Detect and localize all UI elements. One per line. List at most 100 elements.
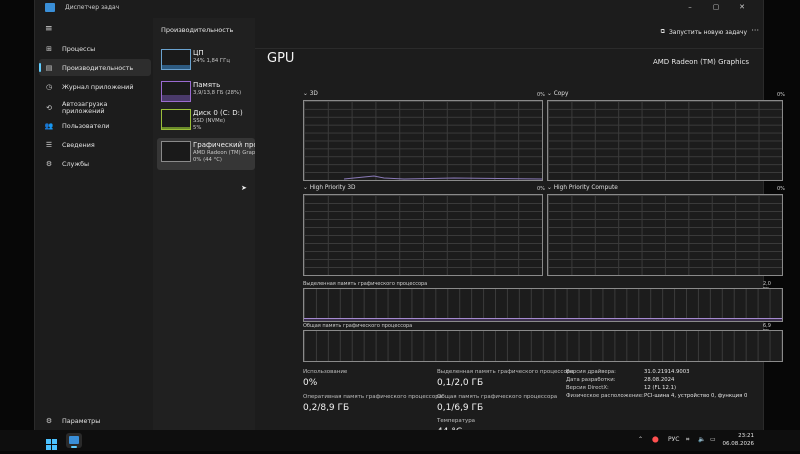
close-button[interactable]: ✕: [735, 3, 749, 11]
details-icon: ☰: [45, 140, 53, 149]
dedicated-memory-label: Выделенная память графического процессор…: [303, 281, 428, 287]
graph-3d-line: [343, 175, 542, 180]
header-bar: ⧉ Запустить новую задачу ···: [255, 18, 763, 49]
resource-name: Диск 0 (C: D:): [193, 109, 243, 117]
gpu-panel: ⧉ Запустить новую задачу ··· GPU AMD Rad…: [255, 18, 785, 437]
driver-version-value: 31.0.21914.9003: [644, 369, 690, 375]
clock-date: 06.08.2026: [722, 441, 755, 447]
sidebar-item-users[interactable]: 👥 Пользователи: [39, 117, 151, 134]
language-indicator[interactable]: РУС: [668, 436, 679, 443]
graph-label-high-priority-compute[interactable]: ⌄ High Priority Compute: [547, 185, 618, 191]
sidebar: ≡ ⊞ Процессы ▤ Производительность ◷ Журн…: [35, 18, 153, 430]
task-manager-icon: [69, 436, 79, 444]
graph-label-3d[interactable]: ⌄ 3D: [303, 91, 318, 97]
history-icon: ◷: [45, 82, 53, 91]
physical-location-value: PCI-шина 4, устройство 0, функция 0: [644, 393, 748, 399]
resource-name: Графический про: [193, 141, 255, 149]
mouse-cursor-icon: ➤: [241, 184, 247, 192]
graph-copy: [547, 100, 783, 181]
windows-start-icon[interactable]: [46, 435, 57, 454]
clock[interactable]: 23:21 06.08.2026: [723, 432, 755, 448]
security-icon[interactable]: ⬤: [652, 436, 659, 443]
graph-pct-high-priority-compute: 0%: [777, 186, 785, 192]
grid-icon: ⊞: [46, 44, 52, 53]
sidebar-item-label: Параметры: [62, 416, 101, 425]
task-manager-icon: [45, 3, 55, 12]
graph-pct-3d: 0%: [537, 92, 545, 98]
sidebar-item-processes[interactable]: ⊞ Процессы: [39, 40, 151, 57]
driver-date-key: Дата разработки:: [566, 377, 616, 383]
physical-location-key: Физическое расположение:: [566, 393, 644, 399]
performance-icon: ▤: [45, 63, 53, 72]
taskbar: ⌃ ⬤ РУС ⌗ 🔈 ▭ 23:21 06.08.2026: [0, 430, 800, 451]
resource-detail-2: 5%: [193, 125, 202, 131]
gpu-heading: GPU: [267, 51, 295, 66]
dedicated-memory-graph: [303, 288, 783, 322]
services-icon: ⚙: [45, 159, 53, 168]
startup-icon: ⟲: [46, 103, 52, 112]
sidebar-item-performance[interactable]: ▤ Производительность: [39, 59, 151, 76]
volume-icon[interactable]: 🔈: [698, 436, 705, 443]
resource-detail: 24% 1,84 ГГц: [193, 58, 231, 64]
sidebar-item-app-history[interactable]: ◷ Журнал приложений: [39, 78, 151, 95]
dedicated-memory-fill: [304, 318, 782, 321]
dedicated-memory-stat-label: Выделенная память графического процессор…: [437, 369, 574, 375]
resource-card-disk[interactable]: Диск 0 (C: D:) SSD (NVMe) 5%: [157, 106, 255, 138]
resource-name: ЦП: [193, 49, 204, 57]
shared-memory-label: Общая память графического процессора: [303, 323, 413, 329]
directx-version-value: 12 (FL 12.1): [644, 385, 677, 391]
disk-thumbnail: [161, 109, 191, 130]
temperature-label: Температура: [437, 418, 476, 424]
task-manager-window: Диспетчер задач – ▢ ✕ ≡ ⊞ Процессы ▤ Про…: [34, 0, 785, 437]
cpu-thumbnail: [161, 49, 191, 70]
resource-card-gpu[interactable]: Графический про AMD Radeon (TM) Grap 0% …: [157, 138, 255, 170]
graph-label-copy[interactable]: ⌄ Copy: [547, 91, 568, 97]
new-task-icon: ⧉: [660, 28, 665, 35]
menu-icon[interactable]: ≡: [45, 24, 53, 34]
resource-detail: AMD Radeon (TM) Grap: [193, 150, 255, 156]
clock-time: 23:21: [738, 433, 754, 439]
sidebar-item-label: Пользователи: [62, 121, 110, 130]
graph-pct-copy: 0%: [777, 92, 785, 98]
sidebar-item-services[interactable]: ⚙ Службы: [39, 155, 151, 172]
minimize-button[interactable]: –: [683, 3, 697, 11]
sidebar-item-details[interactable]: ☰ Сведения: [39, 136, 151, 153]
gpu-thumbnail: [161, 141, 191, 162]
run-new-task-label: Запустить новую задачу: [668, 28, 747, 36]
battery-icon[interactable]: ▭: [710, 436, 716, 443]
users-icon: 👥: [44, 121, 54, 130]
resource-name: Память: [193, 81, 221, 89]
chevron-up-icon[interactable]: ⌃: [638, 436, 643, 443]
network-icon[interactable]: ⌗: [686, 436, 689, 444]
sidebar-item-label: Сведения: [62, 140, 95, 149]
graph-high-priority-compute: [547, 194, 783, 276]
window-title: Диспетчер задач: [65, 4, 120, 11]
memory-thumbnail: [161, 81, 191, 102]
sidebar-item-label: Журнал приложений: [62, 82, 134, 91]
page-title: Производительность: [161, 26, 234, 34]
dedicated-memory-stat-value: 0,1/2,0 ГБ: [437, 378, 484, 388]
gear-icon: ⚙: [45, 416, 53, 425]
run-new-task-button[interactable]: ⧉ Запустить новую задачу: [661, 28, 747, 36]
directx-version-key: Версия DirectX:: [566, 385, 609, 391]
resource-detail-2: 0% (44 °C): [193, 157, 222, 163]
title-bar[interactable]: Диспетчер задач – ▢ ✕: [35, 0, 763, 18]
resource-card-cpu[interactable]: ЦП 24% 1,84 ГГц: [157, 46, 255, 78]
more-options-icon[interactable]: ···: [751, 26, 759, 35]
graph-3d: [303, 100, 543, 181]
resource-detail: SSD (NVMe): [193, 118, 226, 124]
sidebar-item-label: Производительность: [62, 63, 134, 72]
gpu-ram-value: 0,2/8,9 ГБ: [303, 403, 350, 413]
sidebar-item-label: Службы: [62, 159, 90, 168]
graph-label-high-priority-3d[interactable]: ⌄ High Priority 3D: [303, 185, 356, 191]
shared-memory-stat-label: Общая память графического процессора: [437, 394, 558, 400]
gpu-model-name: AMD Radeon (TM) Graphics: [652, 58, 749, 66]
graph-pct-high-priority-3d: 0%: [537, 186, 545, 192]
sidebar-item-startup[interactable]: ⟲ Автозагрузка приложений: [39, 98, 151, 117]
gpu-ram-label: Оперативная память графического процессо…: [303, 394, 443, 400]
usage-value: 0%: [303, 378, 318, 388]
sidebar-item-settings[interactable]: ⚙ Параметры: [39, 412, 151, 429]
sidebar-item-label: Автозагрузка приложений: [62, 99, 108, 115]
maximize-button[interactable]: ▢: [709, 3, 723, 11]
taskbar-task-manager-button[interactable]: [66, 433, 82, 448]
